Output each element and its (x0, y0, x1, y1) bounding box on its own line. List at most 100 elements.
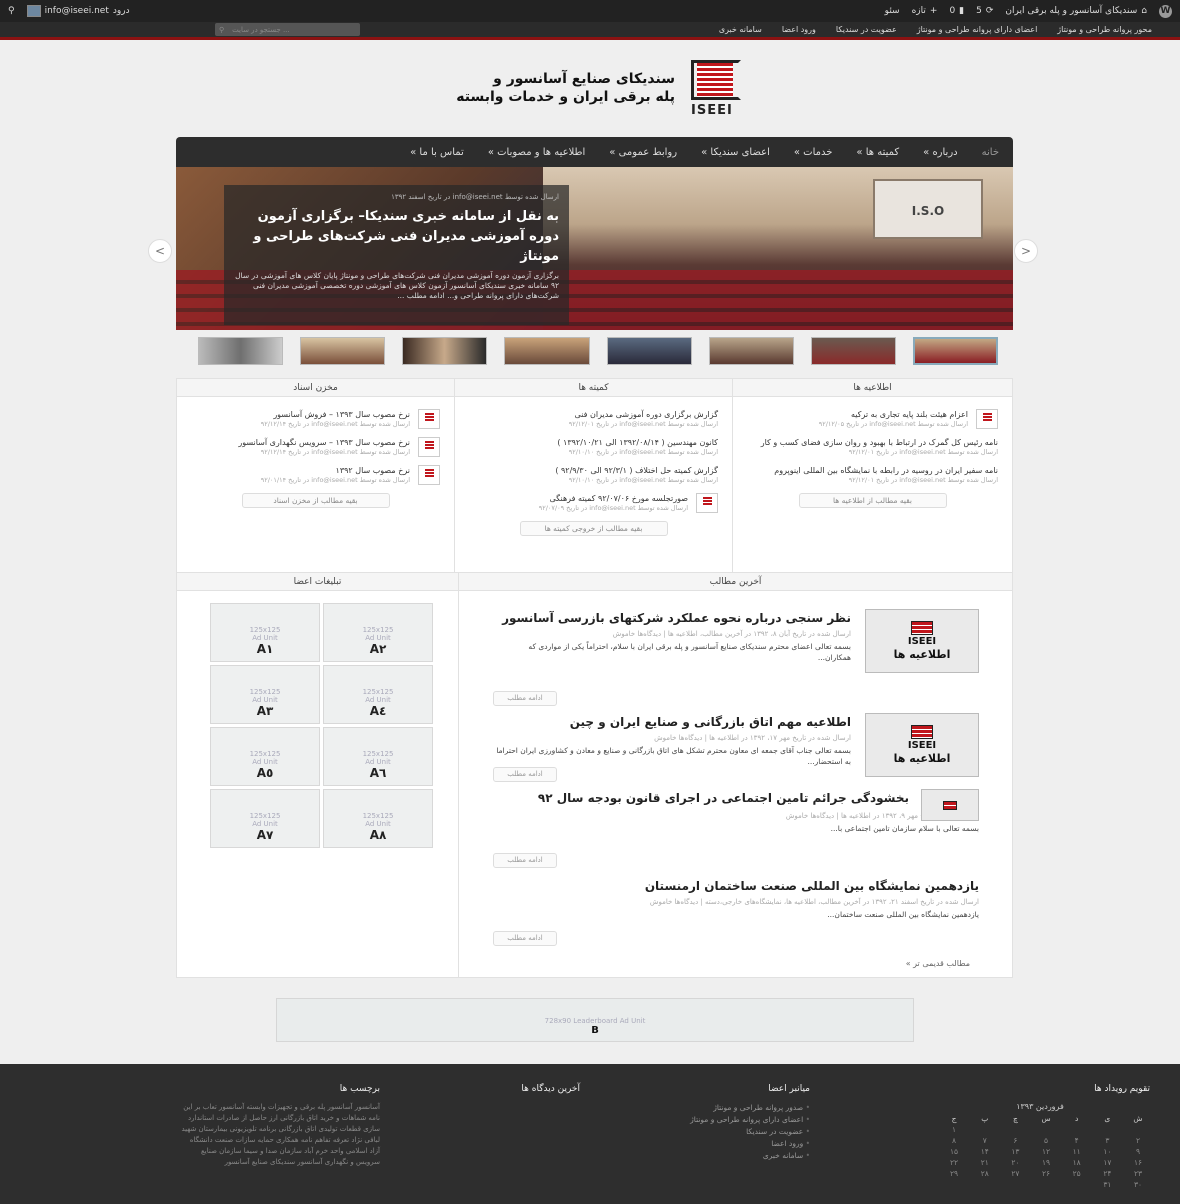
ad-unit[interactable]: 125x125 Ad Unit A۲ (323, 603, 433, 662)
calendar-day[interactable]: ۴ (1065, 1135, 1089, 1146)
nav-services[interactable]: خدمات » (794, 147, 833, 158)
entry-title[interactable]: کانون مهندسین ( ۱۳۹۲/۰۸/۱۴ الی ۱۳۹۲/۱۰/۲… (557, 437, 718, 448)
slider-thumbnail[interactable] (708, 337, 794, 365)
post-title[interactable]: اطلاعیه مهم اتاق بازرگانی و صنایع ایران … (493, 713, 851, 731)
list-item[interactable]: صورتجلسه مورخ ۹۲/۰۷/۰۶ کمیته فرهنگی ارسال… (469, 493, 718, 513)
calendar-day[interactable] (1003, 1179, 1027, 1190)
search-input[interactable]: ⚲ جستجو در سایت ... (215, 23, 360, 36)
nav-announcements[interactable]: اطلاعیه ها و مصوبات » (488, 147, 585, 158)
list-item[interactable]: اعزام هیئت بلند پایه تجاری به ترکیه ارسال… (747, 409, 998, 429)
calendar-day[interactable]: ۲۱ (973, 1157, 997, 1168)
entry-title[interactable]: نامه سفیر ایران در روسیه در رابطه با نما… (774, 465, 998, 476)
slider-thumbnail[interactable] (300, 337, 386, 365)
list-item[interactable]: گزارش برگزاری دوره آموزشی مدیران فنی ارسا… (469, 409, 718, 429)
list-item[interactable]: نامه سفیر ایران در روسیه در رابطه با نما… (747, 465, 998, 485)
calendar-day[interactable]: ۳۰ (1126, 1179, 1150, 1190)
calendar-day[interactable]: ۱۱ (1065, 1146, 1089, 1157)
shortcut-link[interactable]: سامانه خبری (630, 1150, 810, 1162)
entry-title[interactable]: نرخ مصوب سال ۱۳۹۳ – سرویس نگهداری آسانسو… (238, 437, 410, 448)
featured-slider[interactable]: I.S.O ارسال شده توسط info@iseei.net در ت… (176, 167, 1013, 330)
slider-thumbnail[interactable] (504, 337, 590, 365)
post-title[interactable]: یازدهمین نمایشگاه بین المللی صنعت ساختما… (493, 877, 979, 895)
calendar-day[interactable]: ۲ (1126, 1135, 1150, 1146)
entry-title[interactable]: صورتجلسه مورخ ۹۲/۰۷/۰۶ کمیته فرهنگی (539, 493, 688, 504)
slider-thumbnail[interactable] (810, 337, 896, 365)
slider-next-button[interactable]: > (1014, 239, 1038, 263)
nav-about[interactable]: درباره » (923, 147, 957, 158)
calendar-day[interactable]: ۱۳ (1003, 1146, 1027, 1157)
calendar-day[interactable] (942, 1179, 966, 1190)
nav-public-relations[interactable]: روابط عمومی » (609, 147, 677, 158)
entry-title[interactable]: نرخ مصوب سال ۱۳۹۳ – فروش آسانسور (261, 409, 410, 420)
calendar-day[interactable] (1065, 1179, 1089, 1190)
calendar-day[interactable]: ۱۶ (1126, 1157, 1150, 1168)
calendar-day[interactable]: ۷ (973, 1135, 997, 1146)
slider-thumbnail[interactable] (606, 337, 692, 365)
top-menu-item[interactable]: محور پروانه طراحی و مونتاژ (1057, 25, 1152, 34)
nav-contact[interactable]: تماس با ما » (410, 147, 464, 158)
entry-title[interactable]: گزارش کمیته حل اختلاف ( ۹۲/۳/۱ الی ۹۲/۹/… (555, 465, 718, 476)
ad-unit[interactable]: 125x125 Ad Unit A۳ (210, 665, 320, 724)
ad-unit[interactable]: 125x125 Ad Unit A٤ (323, 665, 433, 724)
search-icon[interactable]: ⚲ (8, 6, 15, 16)
updates-link[interactable]: ⟳ 5 (976, 6, 993, 16)
list-item[interactable]: نرخ مصوب سال ۱۳۹۳ – فروش آسانسور ارسال شد… (191, 409, 440, 429)
announcements-more-button[interactable]: بقیه مطالب از اطلاعیه ها (798, 493, 947, 508)
ad-unit[interactable]: 125x125 Ad Unit A٥ (210, 727, 320, 786)
calendar-day[interactable] (1126, 1124, 1150, 1135)
list-item[interactable]: نامه رئیس کل گمرک در ارتباط با بهبود و ر… (747, 437, 998, 457)
tag-cloud[interactable]: آسانسور آسانسور پله برقی و تجهیزات وابست… (180, 1102, 380, 1168)
nav-home[interactable]: خانه (982, 147, 999, 158)
slider-thumbnail[interactable] (198, 337, 284, 365)
ad-unit[interactable]: 125x125 Ad Unit A۷ (210, 789, 320, 848)
list-item[interactable]: گزارش کمیته حل اختلاف ( ۹۲/۳/۱ الی ۹۲/۹/… (469, 465, 718, 485)
top-menu-item[interactable]: اعضای دارای پروانه طراحی و مونتاژ (917, 25, 1038, 34)
calendar-day[interactable]: ۱۹ (1034, 1157, 1058, 1168)
top-menu-item[interactable]: عضویت در سندیکا (836, 25, 897, 34)
calendar-day[interactable]: ۱ (942, 1124, 966, 1135)
top-menu-item[interactable]: سامانه خبری (719, 25, 762, 34)
ad-unit[interactable]: 125x125 Ad Unit A٦ (323, 727, 433, 786)
post-thumbnail[interactable]: ISEEI اطلاعیه ها (865, 609, 979, 673)
shortcut-link[interactable]: ورود اعضا (630, 1138, 810, 1150)
calendar-day[interactable]: ۲۲ (942, 1157, 966, 1168)
older-posts-link[interactable]: مطالب قدیمی تر » (906, 959, 970, 968)
calendar-day[interactable] (1034, 1179, 1058, 1190)
calendar-day[interactable]: ۲۴ (1095, 1168, 1119, 1179)
calendar-day[interactable] (1003, 1124, 1027, 1135)
new-content-link[interactable]: + تازه (912, 6, 938, 16)
slide-headline[interactable]: به نقل از سامانه خبری سندیکا– برگزاری آز… (234, 207, 559, 267)
shortcut-link[interactable]: اعضای دارای پروانه طراحی و مونتاژ (630, 1114, 810, 1126)
calendar-day[interactable]: ۵ (1034, 1135, 1058, 1146)
leaderboard-ad[interactable]: 728x90 Leaderboard Ad Unit B (276, 998, 914, 1042)
slider-prev-button[interactable]: < (148, 239, 172, 263)
calendar-day[interactable]: ۱۴ (973, 1146, 997, 1157)
slider-thumbnail-active[interactable] (912, 337, 999, 365)
calendar-day[interactable]: ۳ (1095, 1135, 1119, 1146)
calendar-day[interactable] (1065, 1124, 1089, 1135)
calendar-day[interactable]: ۳۱ (1095, 1179, 1119, 1190)
calendar-day[interactable]: ۶ (1003, 1135, 1027, 1146)
calendar-day[interactable]: ۱۸ (1065, 1157, 1089, 1168)
top-menu-item[interactable]: ورود اعضا (782, 25, 816, 34)
calendar-day[interactable]: ۱۰ (1095, 1146, 1119, 1157)
nav-members[interactable]: اعضای سندیکا » (701, 147, 770, 158)
calendar-day[interactable]: ۲۰ (1003, 1157, 1027, 1168)
slider-thumbnail[interactable] (402, 337, 488, 365)
calendar-day[interactable]: ۲۵ (1065, 1168, 1089, 1179)
search-icon[interactable]: ⚲ (219, 26, 224, 34)
post-title[interactable]: بخشودگی جرائم تامین اجتماعی در اجرای قان… (493, 789, 909, 807)
calendar-day[interactable]: ۱۵ (942, 1146, 966, 1157)
calendar-day[interactable]: ۲۷ (1003, 1168, 1027, 1179)
entry-title[interactable]: گزارش برگزاری دوره آموزشی مدیران فنی (569, 409, 718, 420)
read-more-button[interactable]: ادامه مطلب (493, 767, 557, 782)
post-title[interactable]: نظر سنجی درباره نحوه عملکرد شرکتهای بازر… (493, 609, 851, 627)
site-name-link[interactable]: ⌂ سندیکای آسانسور و پله برقی ایران (1005, 6, 1147, 16)
list-item[interactable]: کانون مهندسین ( ۱۳۹۲/۰۸/۱۴ الی ۱۳۹۲/۱۰/۲… (469, 437, 718, 457)
ad-unit[interactable]: 125x125 Ad Unit A۱ (210, 603, 320, 662)
calendar-day[interactable] (1034, 1124, 1058, 1135)
nav-committees[interactable]: کمیته ها » (856, 147, 899, 158)
calendar-day[interactable]: ۱۷ (1095, 1157, 1119, 1168)
calendar-day[interactable]: ۲۹ (942, 1168, 966, 1179)
entry-title[interactable]: اعزام هیئت بلند پایه تجاری به ترکیه (819, 409, 968, 420)
